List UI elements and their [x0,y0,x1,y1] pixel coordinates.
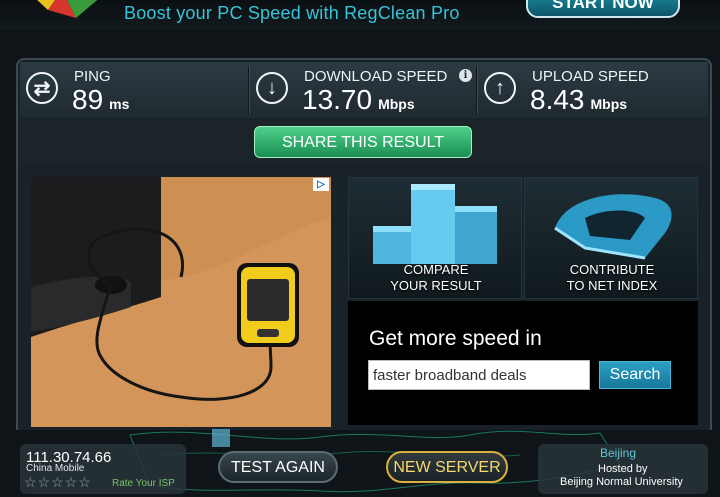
download-value: 13.70 Mbps [302,84,415,116]
compare-line2: YOUR RESULT [390,278,482,293]
info-icon[interactable]: i [459,69,472,82]
speed-search-title: Get more speed in [369,327,542,350]
stat-divider [476,66,477,114]
upload-value: 8.43 Mbps [530,84,627,116]
contribute-net-index-tile[interactable]: CONTRIBUTE TO NET INDEX [524,177,698,299]
adchoices-icon[interactable]: ▷ [313,178,329,191]
download-arrow-icon: ↓ [256,72,288,104]
ad-image[interactable] [31,177,331,427]
stats-bar: ⇄ PING 89 ms ↓ DOWNLOAD SPEED 13.70 Mbps ↑… [20,62,708,118]
phone-dock-photo [31,177,331,427]
download-label: DOWNLOAD SPEED [304,68,448,85]
share-result-button[interactable]: SHARE THIS RESULT [254,126,472,158]
server-host: Beijing Normal University [560,476,683,488]
ping-stat: ⇄ PING 89 ms [20,62,248,118]
ping-arrows-icon: ⇄ [26,72,58,104]
download-number: 13.70 [302,84,373,115]
download-unit: Mbps [378,96,415,112]
ping-value: 89 ms [72,84,129,116]
test-again-button[interactable]: TEST AGAIN [218,451,338,483]
contribute-line1: CONTRIBUTE [569,262,655,277]
upload-unit: Mbps [590,96,628,112]
upload-label: UPLOAD SPEED [532,68,649,85]
ping-number: 89 [72,84,104,115]
speed-search-input[interactable] [368,360,590,390]
promo-text[interactable]: Boost your PC Speed with RegClean Pro [124,3,460,24]
compare-label: COMPARE YOUR RESULT [349,262,523,294]
ping-label: PING [74,68,111,85]
top-ad-banner[interactable]: Boost your PC Speed with RegClean Pro ST… [0,0,720,30]
compare-line1: COMPARE [403,262,469,277]
download-stat: ↓ DOWNLOAD SPEED 13.70 Mbps [250,62,476,118]
net-index-icon [554,194,672,260]
upload-number: 8.43 [530,84,585,115]
stat-divider [248,66,249,114]
compare-result-tile[interactable]: COMPARE YOUR RESULT [348,177,522,299]
search-button[interactable]: Search [599,361,671,389]
rate-isp-link[interactable]: Rate Your ISP [112,478,175,489]
isp-name: China Mobile [26,463,85,474]
upload-arrow-icon: ↑ [484,72,516,104]
new-server-button[interactable]: NEW SERVER [386,451,508,483]
hosted-by-label: Hosted by [598,463,648,475]
contribute-line2: TO NET INDEX [566,278,658,293]
isp-rating-stars[interactable]: ☆☆☆☆☆ [24,474,92,491]
contribute-label: CONTRIBUTE TO NET INDEX [525,262,699,294]
bar-chart-icon [373,184,497,264]
server-city: Beijing [600,446,637,460]
ping-unit: ms [109,96,130,112]
upload-stat: ↑ UPLOAD SPEED 8.43 Mbps [478,62,708,118]
start-now-button[interactable]: START NOW [526,0,680,18]
regclean-logo-icon [37,0,98,18]
